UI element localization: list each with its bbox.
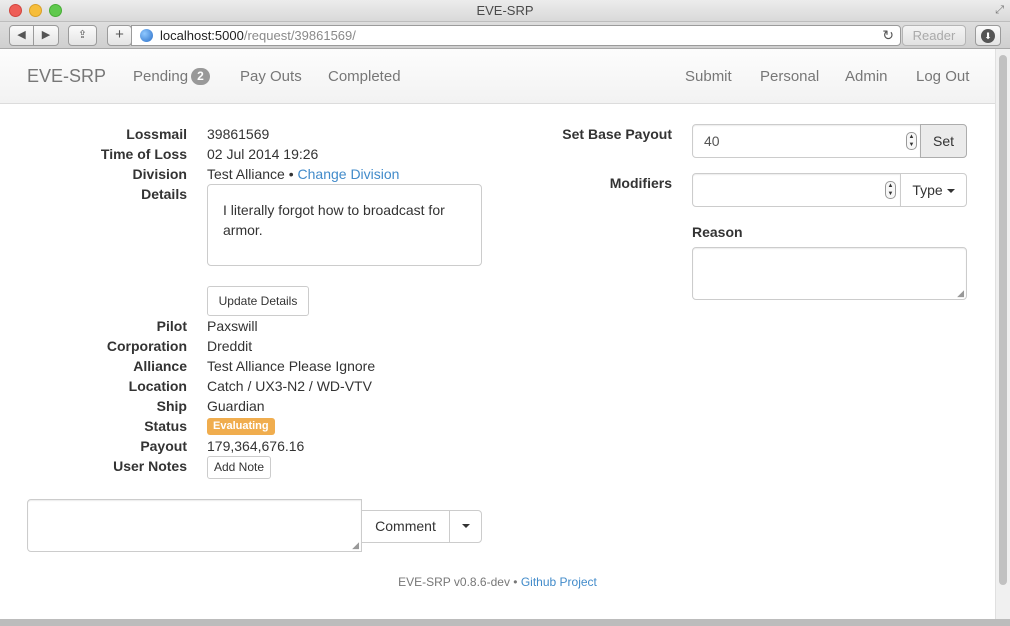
lossmail-link[interactable]: 39861569 [207,124,269,144]
close-window-button[interactable] [9,4,22,17]
reason-textarea[interactable]: ◢ [692,247,967,300]
division-separator: • [288,166,294,182]
modifier-type-button[interactable]: Type [900,173,967,207]
reason-label: Reason [692,224,743,240]
corporation-value: Dreddit [207,338,253,354]
add-bookmark-button[interactable]: + [107,25,132,46]
payout-value: 179,364,676.16 [207,438,305,454]
window-title: EVE-SRP [476,3,534,18]
pilot-label: Pilot [156,318,187,334]
back-button[interactable]: ◀ [9,25,34,46]
lossmail-label: Lossmail [126,126,187,142]
add-note-button[interactable]: Add Note [207,456,271,479]
comment-textarea[interactable]: ◢ [27,499,362,552]
modifiers-input[interactable] [692,173,901,207]
resize-grip-icon[interactable]: ◢ [352,541,359,550]
location-label: Location [128,378,187,394]
pending-count-badge: 2 [191,68,210,85]
window-bottom-edge [0,619,1010,626]
reader-button[interactable]: Reader [902,25,966,46]
location-value: Catch / UX3-N2 / WD-VTV [207,378,372,394]
update-details-button[interactable]: Update Details [207,286,309,316]
github-project-link[interactable]: Github Project [521,575,597,589]
user-notes-label: User Notes [113,458,187,474]
nav-pending[interactable]: Pending 2 [133,68,210,86]
share-icon: ⇪ [77,29,88,41]
ship-value: Guardian [207,398,265,414]
scrollbar-thumb[interactable] [999,55,1007,585]
details-text-box: I literally forgot how to broadcast for … [207,184,482,266]
status-badge: Evaluating [207,418,275,435]
nav-submit[interactable]: Submit [685,68,732,86]
caret-down-icon [461,524,470,529]
forward-button[interactable]: ▶ [33,25,59,46]
fullscreen-icon[interactable]: ⤢ [995,3,1004,17]
download-icon: ⬇ [981,29,995,44]
page-viewport: EVE-SRP Pending 2 Pay Outs Completed Subm… [0,49,995,619]
url-host: localhost:5000 [160,28,244,43]
status-label: Status [144,418,187,434]
alliance-label: Alliance [133,358,187,374]
reload-icon[interactable]: ↻ [882,26,894,45]
forward-arrow-icon: ▶ [41,29,51,41]
corporation-label: Corporation [106,338,187,354]
nav-admin[interactable]: Admin [845,68,888,86]
time-of-loss-value: 02 Jul 2014 19:26 [207,146,319,162]
nav-completed[interactable]: Completed [328,68,401,86]
details-label: Details [141,186,187,202]
window-titlebar: EVE-SRP ⤢ [0,0,1010,22]
division-value: Test Alliance [207,166,285,182]
comment-options-button[interactable] [449,510,482,543]
brand-link[interactable]: EVE-SRP [27,67,106,85]
pilot-value: Paxswill [207,318,258,334]
set-payout-button[interactable]: Set [920,124,967,158]
globe-icon [140,29,153,42]
division-label: Division [132,166,187,182]
alliance-value: Test Alliance Please Ignore [207,358,376,374]
payout-label: Payout [140,438,187,454]
downloads-button[interactable]: ⬇ [975,25,1001,46]
version-text: EVE-SRP v0.8.6-dev [398,575,510,589]
modifiers-spinner-icon[interactable]: ▲ ▼ [885,181,896,199]
ship-label: Ship [156,398,187,414]
resize-grip-icon[interactable]: ◢ [957,289,964,298]
nav-payouts[interactable]: Pay Outs [240,68,302,86]
url-path: /request/39861569/ [243,28,356,43]
caret-down-icon [946,189,955,194]
comment-button[interactable]: Comment [361,510,450,543]
maximize-window-button[interactable] [49,4,62,17]
base-payout-value: 40 [704,133,720,149]
base-payout-label: Set Base Payout [562,126,672,142]
back-arrow-icon: ◀ [17,29,26,41]
nav-logout[interactable]: Log Out [916,68,969,86]
division-value-row: Test Alliance • Change Division [207,164,399,184]
details-text: I literally forgot how to broadcast for … [223,202,445,238]
minimize-window-button[interactable] [29,4,42,17]
modifiers-label: Modifiers [609,175,672,191]
change-division-link[interactable]: Change Division [298,166,400,182]
plus-icon: + [115,26,124,43]
browser-toolbar: ◀ ▶ ⇪ + localhost:5000/request/39861569/… [0,22,1010,49]
page-scrollbar[interactable] [995,49,1010,619]
nav-pending-label: Pending [133,68,189,85]
modifier-type-label: Type [912,182,943,198]
time-of-loss-label: Time of Loss [100,146,187,162]
address-bar[interactable]: localhost:5000/request/39861569/ ↻ [131,25,901,46]
page-footer: EVE-SRP v0.8.6-dev • Github Project [0,575,995,589]
base-payout-spinner-icon[interactable]: ▲ ▼ [906,132,917,150]
nav-personal[interactable]: Personal [760,68,819,86]
base-payout-input[interactable]: 40 [692,124,921,158]
footer-separator: • [513,575,518,589]
share-button[interactable]: ⇪ [68,25,97,46]
site-navbar: EVE-SRP Pending 2 Pay Outs Completed Subm… [0,49,995,104]
